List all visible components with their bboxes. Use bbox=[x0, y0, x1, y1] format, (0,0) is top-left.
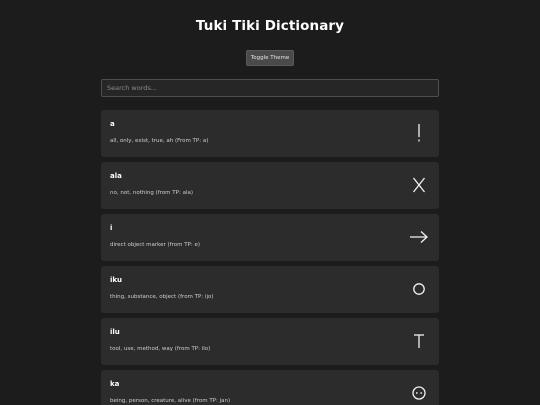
word-list: a all, only, exist, true, ah (From TP: a… bbox=[101, 110, 439, 405]
word-title: a bbox=[110, 120, 115, 128]
word-title: ka bbox=[110, 380, 120, 388]
word-card-ilu[interactable]: ilu tool, use, method, way (from TP: ilo… bbox=[101, 318, 439, 365]
dictionary-page: Tuki Tiki Dictionary Toggle Theme a all,… bbox=[0, 0, 540, 405]
arrow-right-glyph-icon bbox=[407, 225, 431, 249]
word-title: iku bbox=[110, 276, 123, 284]
word-title: ala bbox=[110, 172, 122, 180]
exclamation-glyph-icon bbox=[407, 121, 431, 145]
circle-glyph-icon bbox=[407, 277, 431, 301]
page-title: Tuki Tiki Dictionary bbox=[195, 18, 345, 34]
t-glyph-icon bbox=[407, 329, 431, 353]
word-definition: no, not, nothing (from TP: ala) bbox=[110, 190, 193, 196]
toggle-theme-button[interactable]: Toggle Theme bbox=[246, 50, 294, 66]
word-definition: direct object marker (from TP: e) bbox=[110, 242, 201, 248]
word-card-ka[interactable]: ka being, person, creature, alive (from … bbox=[101, 370, 439, 405]
word-card-i[interactable]: i direct object marker (from TP: e) bbox=[101, 214, 439, 261]
word-card-a[interactable]: a all, only, exist, true, ah (From TP: a… bbox=[101, 110, 439, 157]
word-definition: being, person, creature, alive (from TP:… bbox=[110, 398, 231, 404]
x-glyph-icon bbox=[407, 173, 431, 197]
word-card-ala[interactable]: ala no, not, nothing (from TP: ala) bbox=[101, 162, 439, 209]
word-definition: tool, use, method, way (from TP: ilo) bbox=[110, 346, 211, 352]
word-title: ilu bbox=[110, 328, 120, 336]
word-definition: thing, substance, object (from TP: ijo) bbox=[110, 294, 214, 300]
word-definition: all, only, exist, true, ah (From TP: a) bbox=[110, 138, 209, 144]
word-card-iku[interactable]: iku thing, substance, object (from TP: i… bbox=[101, 266, 439, 313]
search-input[interactable] bbox=[101, 79, 439, 97]
word-title: i bbox=[110, 224, 113, 232]
face-circle-glyph-icon bbox=[407, 381, 431, 405]
